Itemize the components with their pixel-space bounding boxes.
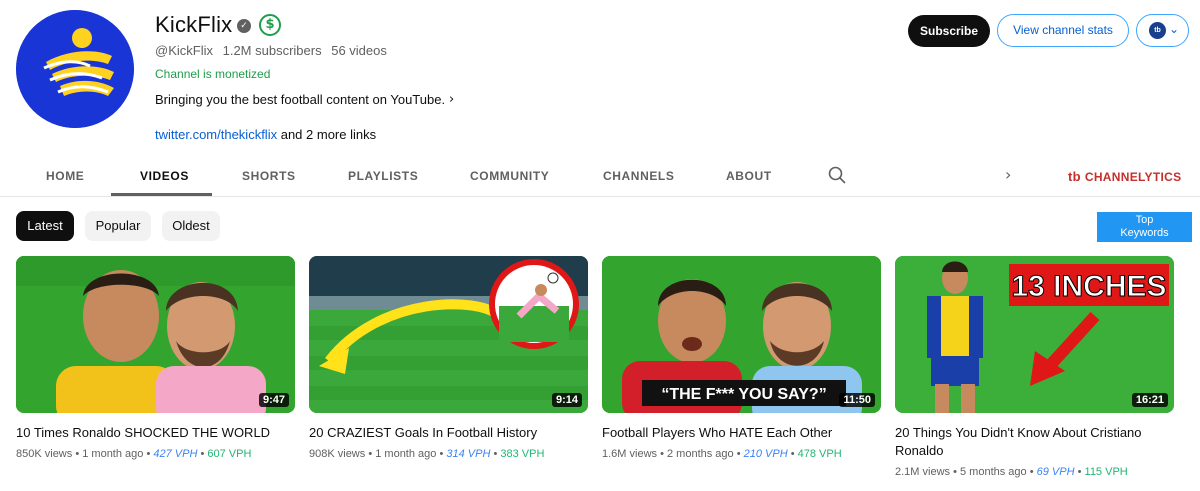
video-duration: 11:50 [839,393,875,407]
vph-primary: 69 VPH [1036,466,1075,478]
video-meta: 2.1M views • 5 months ago • 69 VPH • 115… [895,466,1128,478]
thumbnail-image: 13 INCHES [895,256,1174,413]
tab-home[interactable]: HOME [46,169,84,183]
channel-meta: @KickFlix 1.2M subscribers 56 videos [155,43,393,58]
vph-secondary: 115 VPH [1084,466,1128,478]
video-duration: 9:14 [551,393,582,407]
thumbnail-image [16,256,295,413]
thumbnail-overlay-text: 13 INCHES [1011,270,1166,303]
chevron-right-icon[interactable]: › [449,92,454,107]
monetization-status: Channel is monetized [155,67,271,81]
vph-primary: 427 VPH [153,448,198,460]
channelytics-logo-icon: tb [1068,169,1081,184]
channelytics-logo-icon: tb [1149,22,1166,39]
view-count: 2.1M views [895,466,951,478]
tab-playlists[interactable]: PLAYLISTS [348,169,418,183]
tab-videos[interactable]: VIDEOS [140,169,189,183]
vph-primary: 314 VPH [446,448,491,460]
video-meta: 908K views • 1 month ago • 314 VPH • 383… [309,448,545,460]
upload-age: 1 month ago [82,448,144,460]
video-duration: 16:21 [1131,393,1168,407]
channel-tabs: HOME VIDEOS SHORTS PLAYLISTS COMMUNITY C… [0,155,1200,197]
search-icon[interactable] [828,166,846,184]
chevron-down-icon: ⌄ [1169,22,1180,36]
video-card[interactable]: 9:47 10 Times Ronaldo SHOCKED THE WORLD … [16,256,295,460]
view-count: 1.6M views [602,448,658,460]
channel-handle: @KickFlix [155,43,213,58]
top-keywords-line2: Keywords [1120,227,1169,239]
vph-primary: 210 VPH [743,448,788,460]
video-card[interactable]: “THE F*** YOU SAY?” 11:50 Football Playe… [602,256,881,460]
video-meta: 1.6M views • 2 months ago • 210 VPH • 47… [602,448,842,460]
thumbnail-image [309,256,588,413]
more-links[interactable]: and 2 more links [281,127,376,142]
tab-channels[interactable]: CHANNELS [603,169,674,183]
tab-shorts[interactable]: SHORTS [242,169,296,183]
subscriber-count: 1.2M subscribers [222,43,322,58]
vph-secondary: 607 VPH [207,448,252,460]
video-thumbnail[interactable]: 13 INCHES 16:21 [895,256,1174,413]
video-thumbnail[interactable]: 9:47 [16,256,295,413]
vph-secondary: 383 VPH [500,448,545,460]
tabs-scroll-right-icon[interactable]: › [1005,165,1011,184]
channel-avatar[interactable] [16,10,134,128]
twitter-link[interactable]: twitter.com/thekickflix [155,127,277,142]
view-count: 850K views [16,448,73,460]
video-title[interactable]: Football Players Who HATE Each Other [602,424,881,442]
view-channel-stats-button[interactable]: View channel stats [997,14,1129,47]
top-keywords-line1: Top [1135,214,1154,226]
active-tab-indicator [111,193,212,196]
top-keywords-button[interactable]: Top Keywords [1097,212,1192,242]
filter-latest[interactable]: Latest [16,211,74,241]
verified-icon: ✓ [237,19,251,33]
thumbnail-image: “THE F*** YOU SAY?” [602,256,881,413]
tab-community[interactable]: COMMUNITY [470,169,549,183]
upload-age: 5 months ago [960,466,1027,478]
video-count: 56 videos [331,43,387,58]
channelytics-label: CHANNELYTICS [1084,170,1182,184]
channel-description[interactable]: Bringing you the best football content o… [155,92,445,107]
filter-oldest[interactable]: Oldest [162,211,220,241]
upload-age: 2 months ago [667,448,734,460]
channelytics-menu-button[interactable]: tb ⌄ [1136,14,1189,47]
video-card[interactable]: 13 INCHES 16:21 20 Things You Didn't Kno… [895,256,1174,478]
channelytics-tab[interactable]: tb CHANNELYTICS [1068,169,1181,184]
monetization-icon: $ [259,14,281,36]
video-card[interactable]: 9:14 20 CRAZIEST Goals In Football Histo… [309,256,588,460]
thumbnail-overlay-text: “THE F*** YOU SAY?” [661,386,826,403]
tab-about[interactable]: ABOUT [726,169,772,183]
video-title[interactable]: 20 Things You Didn't Know About Cristian… [895,424,1174,460]
subscribe-button[interactable]: Subscribe [908,15,990,47]
vph-secondary: 478 VPH [797,448,842,460]
video-duration: 9:47 [258,393,289,407]
channel-links: twitter.com/thekickflix and 2 more links [155,127,376,142]
video-thumbnail[interactable]: 9:14 [309,256,588,413]
view-count: 908K views [309,448,366,460]
video-meta: 850K views • 1 month ago • 427 VPH • 607… [16,448,252,460]
video-title[interactable]: 10 Times Ronaldo SHOCKED THE WORLD [16,424,295,442]
video-title[interactable]: 20 CRAZIEST Goals In Football History [309,424,588,442]
channel-name: KickFlix [155,12,233,37]
video-thumbnail[interactable]: “THE F*** YOU SAY?” 11:50 [602,256,881,413]
kickflix-logo-icon [16,10,134,128]
upload-age: 1 month ago [375,448,437,460]
filter-popular[interactable]: Popular [85,211,151,241]
